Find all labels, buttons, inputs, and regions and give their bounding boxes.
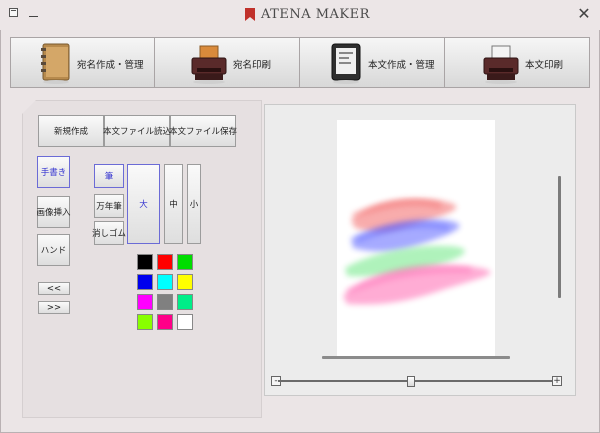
horizontal-scrollbar[interactable]: [322, 356, 510, 359]
color-swatch-magenta[interactable]: [137, 294, 153, 310]
drawing-canvas[interactable]: [337, 120, 495, 356]
handwriting-mode-button[interactable]: 手書き: [37, 156, 70, 188]
eraser-tool-button[interactable]: 消しゴム: [92, 221, 126, 245]
zoom-slider-track[interactable]: [278, 380, 556, 382]
address-book-icon: [35, 42, 75, 84]
tab-label: 本文印刷: [525, 60, 564, 71]
tab-label: 宛名印刷: [233, 60, 272, 71]
tab-label: 本文作成・管理: [368, 60, 435, 71]
tab-body-print[interactable]: 本文印刷: [445, 37, 590, 88]
prev-button[interactable]: <<: [38, 282, 70, 295]
color-swatch-red[interactable]: [157, 254, 173, 270]
zoom-in-button[interactable]: +: [552, 376, 562, 386]
color-swatch-spring-green[interactable]: [177, 294, 193, 310]
brush-tool-button[interactable]: 筆: [94, 164, 124, 188]
close-button[interactable]: ✕: [576, 6, 592, 22]
tablet-document-icon: [326, 42, 366, 84]
tab-label: 宛名作成・管理: [77, 60, 144, 71]
window-icon[interactable]: [9, 8, 18, 17]
tab-address-print[interactable]: 宛名印刷: [155, 37, 300, 88]
color-swatch-cyan[interactable]: [157, 274, 173, 290]
size-medium-button[interactable]: 中: [164, 164, 183, 244]
color-swatch-green[interactable]: [177, 254, 193, 270]
app-title: ATENA MAKER: [261, 6, 370, 22]
color-swatch-gray[interactable]: [157, 294, 173, 310]
minimize-button[interactable]: [26, 6, 40, 20]
fountain-pen-tool-button[interactable]: 万年筆: [94, 194, 124, 218]
new-button[interactable]: 新規作成: [38, 115, 104, 147]
size-small-button[interactable]: 小: [187, 164, 201, 244]
color-swatch-blue[interactable]: [137, 274, 153, 290]
title-bar: ATENA MAKER ✕: [0, 0, 600, 30]
next-button[interactable]: >>: [38, 301, 70, 314]
printer-icon: [189, 42, 229, 84]
color-swatch-white[interactable]: [177, 314, 193, 330]
app-logo: ATENA MAKER: [243, 5, 370, 23]
save-file-button[interactable]: 本文ファイル保存: [169, 115, 237, 147]
insert-image-button[interactable]: 画像挿入: [37, 196, 71, 228]
load-file-button[interactable]: 本文ファイル読込: [103, 115, 171, 147]
color-swatch-lime[interactable]: [137, 314, 153, 330]
color-swatch-yellow[interactable]: [177, 274, 193, 290]
color-swatch-rose[interactable]: [157, 314, 173, 330]
vertical-scrollbar[interactable]: [558, 176, 561, 298]
color-swatch-black[interactable]: [137, 254, 153, 270]
printer-icon: [481, 42, 521, 84]
tab-address-create[interactable]: 宛名作成・管理: [10, 37, 155, 88]
zoom-slider-thumb[interactable]: [407, 376, 416, 387]
size-large-button[interactable]: 大: [127, 164, 160, 244]
tab-body-create[interactable]: 本文作成・管理: [300, 37, 445, 88]
main-tabs: 宛名作成・管理 宛名印刷 本文作成・管理 本文印刷: [10, 37, 590, 88]
hand-mode-button[interactable]: ハンド: [37, 234, 70, 266]
bookmark-logo-icon: [243, 7, 257, 22]
